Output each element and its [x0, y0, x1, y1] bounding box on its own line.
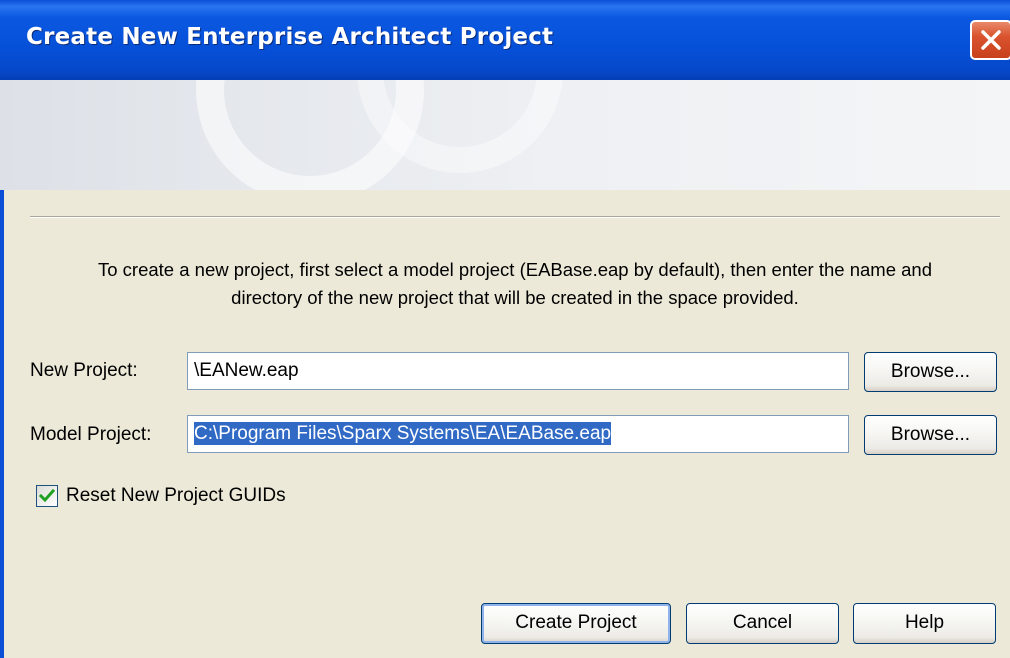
- reset-guids-label[interactable]: Reset New Project GUIDs: [66, 485, 286, 507]
- banner-watermark-icon: [196, 80, 563, 190]
- header-separator: [30, 216, 1000, 218]
- checkmark-icon: [39, 488, 55, 503]
- cancel-button[interactable]: Cancel: [686, 603, 839, 644]
- instructions-line-2: directory of the new project that will b…: [231, 287, 799, 308]
- help-button[interactable]: Help: [853, 603, 996, 644]
- new-project-label: New Project:: [30, 360, 138, 381]
- title-bar[interactable]: Create New Enterprise Architect Project: [0, 0, 1010, 80]
- dialog-title: Create New Enterprise Architect Project: [26, 24, 554, 50]
- model-project-browse-button[interactable]: Browse...: [864, 415, 997, 455]
- model-project-value: C:\Program Files\Sparx Systems\EA\EABase…: [194, 422, 612, 445]
- new-project-value: \EANew.eap: [194, 360, 299, 381]
- create-project-button[interactable]: Create Project: [481, 603, 671, 644]
- reset-guids-checkbox[interactable]: [36, 485, 58, 507]
- model-project-input[interactable]: C:\Program Files\Sparx Systems\EA\EABase…: [187, 415, 849, 453]
- create-project-dialog: Create New Enterprise Architect Project …: [0, 0, 1010, 658]
- close-button[interactable]: [970, 20, 1010, 60]
- new-project-input[interactable]: \EANew.eap: [187, 352, 849, 390]
- instructions-line-1: To create a new project, first select a …: [98, 259, 932, 280]
- instructions-text: To create a new project, first select a …: [20, 256, 1010, 312]
- new-project-browse-button[interactable]: Browse...: [864, 352, 997, 392]
- header-banner: [0, 80, 1010, 190]
- close-x-icon: [981, 30, 1001, 50]
- model-project-label: Model Project:: [30, 424, 152, 445]
